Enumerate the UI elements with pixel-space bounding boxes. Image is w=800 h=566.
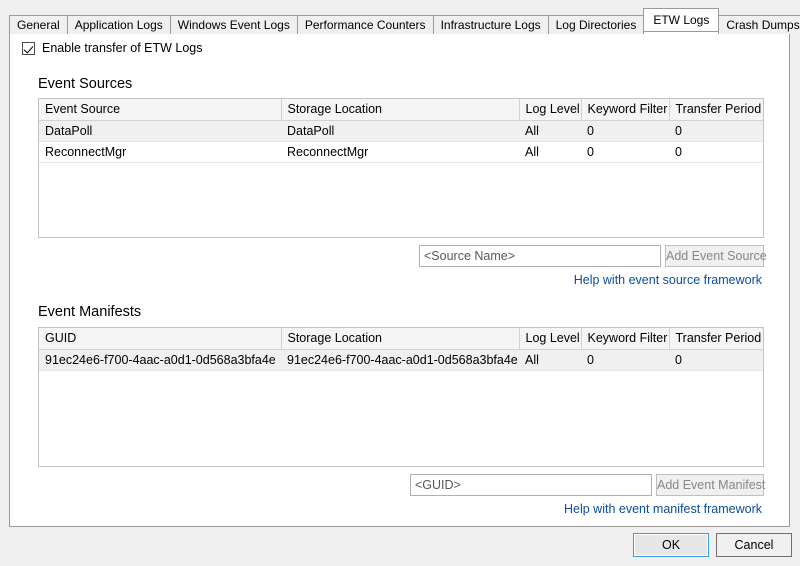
add-event-manifest-button[interactable]: Add Event Manifest — [656, 474, 765, 496]
table-cell: All — [519, 349, 581, 371]
table-cell: ReconnectMgr — [281, 141, 519, 163]
table-cell: 0 — [669, 120, 763, 142]
event-manifests-heading: Event Manifests — [38, 304, 142, 320]
table-cell: 91ec24e6-f700-4aac-a0d1-0d568a3bfa4e — [39, 349, 281, 371]
table-empty-row — [39, 370, 763, 391]
table-cell: 0 — [669, 349, 763, 371]
column-header[interactable]: Transfer Period (min) — [669, 99, 763, 121]
table-row[interactable]: 91ec24e6-f700-4aac-a0d1-0d568a3bfa4e 91ec… — [39, 349, 763, 371]
table-empty-row — [39, 183, 763, 204]
column-header[interactable]: Log Level — [519, 99, 582, 121]
tab-etw-logs[interactable]: ETW Logs — [643, 8, 720, 31]
table-cell: 0 — [669, 141, 763, 163]
event-sources-grid[interactable]: Event Source Storage Location Log Level Key… — [38, 98, 764, 238]
tab-infrastructure-logs[interactable]: Infrastructure Logs — [432, 15, 549, 34]
table-header-row: GUID Storage Location Log Level Keyword Fil… — [39, 328, 763, 350]
ok-button[interactable]: OK — [633, 533, 709, 557]
table-empty-row — [39, 454, 763, 466]
table-empty-row — [39, 162, 763, 183]
column-header[interactable]: Log Level — [519, 328, 582, 350]
enable-etw-logs-label: Enable transfer of ETW Logs — [42, 41, 203, 55]
event-manifest-help-link[interactable]: Help with event manifest framework — [564, 502, 762, 516]
table-cell: DataPoll — [281, 120, 519, 142]
table-empty-row — [39, 433, 763, 454]
table-cell: All — [519, 120, 581, 142]
column-header[interactable]: Event Source — [39, 99, 282, 121]
table-row[interactable]: DataPoll DataPoll All 0 0 — [39, 120, 763, 142]
etw-logs-panel: Enable transfer of ETW Logs Event Source… — [9, 31, 790, 527]
enable-etw-logs-checkbox-row[interactable]: Enable transfer of ETW Logs — [22, 41, 203, 55]
column-header[interactable]: Storage Location — [281, 328, 520, 350]
tab-log-directories[interactable]: Log Directories — [547, 15, 645, 34]
event-source-help-link[interactable]: Help with event source framework — [574, 273, 762, 287]
column-header[interactable]: Keyword Filter — [581, 328, 670, 350]
table-empty-row — [39, 412, 763, 433]
tab-general[interactable]: General — [9, 15, 68, 34]
guid-input[interactable] — [410, 474, 652, 496]
table-cell: 0 — [581, 349, 669, 371]
source-name-input[interactable] — [419, 245, 661, 267]
table-cell: All — [519, 141, 581, 163]
tab-crash-dumps[interactable]: Crash Dumps — [718, 15, 800, 34]
column-header[interactable]: Transfer Period (min) — [669, 328, 763, 350]
checkbox-checked-icon[interactable] — [22, 41, 35, 55]
tab-strip: General Application Logs Windows Event Log… — [9, 8, 800, 34]
column-header[interactable]: Storage Location — [281, 99, 520, 121]
table-empty-row — [39, 225, 763, 237]
table-cell: 0 — [581, 141, 669, 163]
column-header[interactable]: Keyword Filter — [581, 99, 670, 121]
table-cell: 91ec24e6-f700-4aac-a0d1-0d568a3bfa4e — [281, 349, 519, 371]
tab-application-logs[interactable]: Application Logs — [66, 15, 171, 34]
tab-windows-event-logs[interactable]: Windows Event Logs — [169, 15, 298, 34]
table-header-row: Event Source Storage Location Log Level Key… — [39, 99, 763, 121]
column-header[interactable]: GUID — [39, 328, 282, 350]
table-cell: ReconnectMgr — [39, 141, 281, 163]
table-empty-row — [39, 204, 763, 225]
event-sources-heading: Event Sources — [38, 76, 133, 92]
table-row[interactable]: ReconnectMgr ReconnectMgr All 0 0 — [39, 141, 763, 163]
table-empty-row — [39, 391, 763, 412]
event-manifests-grid[interactable]: GUID Storage Location Log Level Keyword Fil… — [38, 327, 764, 467]
add-event-source-button[interactable]: Add Event Source — [665, 245, 767, 267]
table-cell: DataPoll — [39, 120, 281, 142]
table-cell: 0 — [581, 120, 669, 142]
tab-performance-counters[interactable]: Performance Counters — [296, 15, 434, 34]
cancel-button[interactable]: Cancel — [716, 533, 792, 557]
